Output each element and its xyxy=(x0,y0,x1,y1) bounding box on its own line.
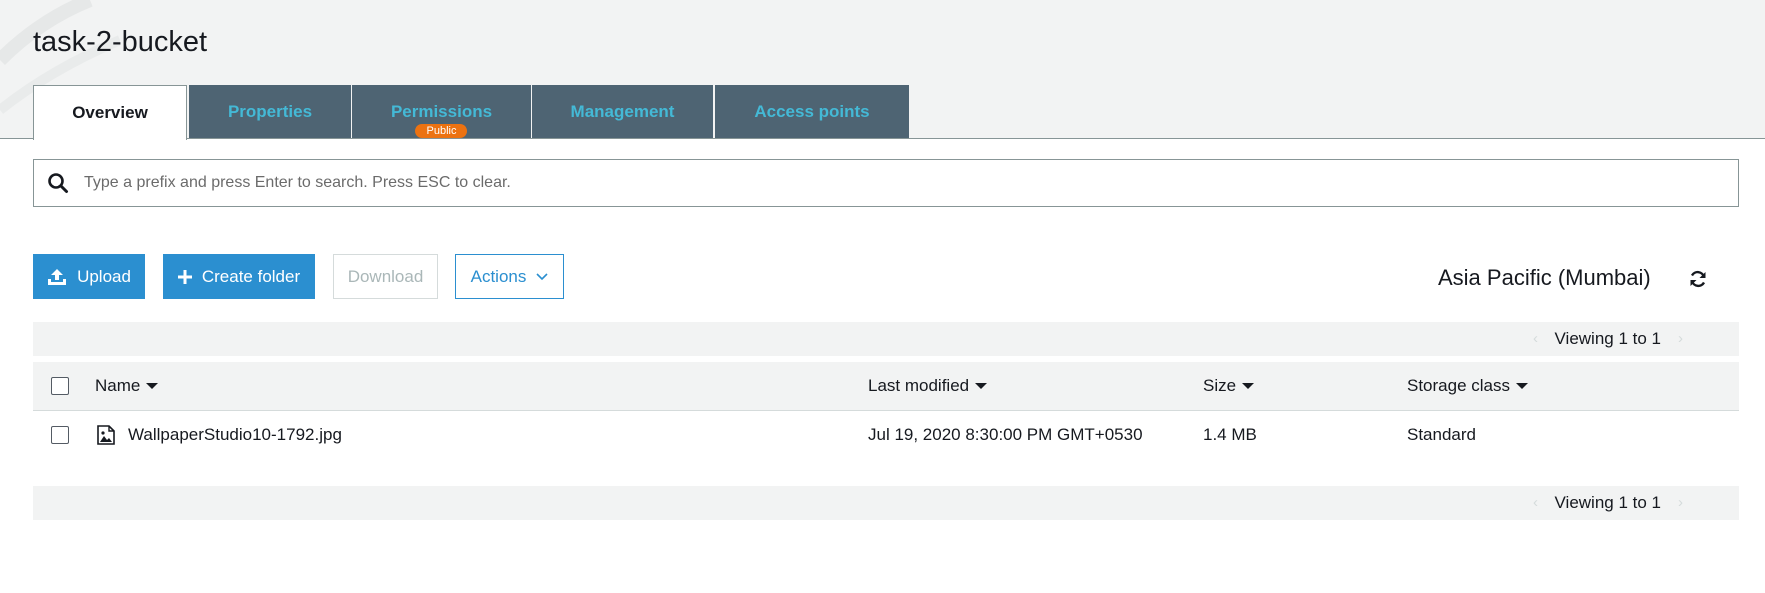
region-label: Asia Pacific (Mumbai) xyxy=(1438,265,1651,290)
sort-caret-icon xyxy=(1516,383,1528,389)
tab-properties[interactable]: Properties xyxy=(189,85,351,138)
upload-button[interactable]: Upload xyxy=(33,254,145,299)
chevron-right-icon[interactable]: › xyxy=(1678,486,1683,520)
file-name-link[interactable]: WallpaperStudio10-1792.jpg xyxy=(128,424,342,446)
tab-permissions-content: Permissions Public xyxy=(390,101,493,138)
pager-top: ‹ Viewing 1 to 1 › xyxy=(33,322,1739,356)
size-cell: 1.4 MB xyxy=(1203,425,1257,444)
table-header: Name Last modified Size Storage class xyxy=(33,362,1739,411)
column-header-label: Name xyxy=(95,376,141,395)
download-label: Download xyxy=(347,266,424,286)
actions-button[interactable]: Actions xyxy=(455,254,564,299)
tab-management[interactable]: Management xyxy=(532,85,713,138)
search-icon xyxy=(48,173,68,193)
tab-label: Permissions xyxy=(390,101,493,121)
sort-caret-icon xyxy=(975,383,988,389)
tab-label: Management xyxy=(570,101,675,121)
column-header-size[interactable]: Size xyxy=(1203,362,1255,410)
pager-text: Viewing 1 to 1 xyxy=(1554,329,1661,348)
tab-overview[interactable]: Overview xyxy=(33,85,187,140)
pager-text: Viewing 1 to 1 xyxy=(1554,493,1661,512)
upload-label: Upload xyxy=(77,266,131,286)
image-file-icon xyxy=(97,425,115,445)
column-header-name[interactable]: Name xyxy=(95,362,159,410)
last-modified-cell: Jul 19, 2020 8:30:00 PM GMT+0530 xyxy=(868,425,1143,444)
plus-icon xyxy=(177,269,192,284)
chevron-left-icon[interactable]: ‹ xyxy=(1533,322,1538,356)
column-header-label: Last modified xyxy=(868,376,970,395)
column-header-label: Size xyxy=(1203,376,1237,395)
page-title: task-2-bucket xyxy=(33,26,208,58)
chevron-right-icon[interactable]: › xyxy=(1678,322,1683,356)
column-header-last-modified[interactable]: Last modified xyxy=(868,362,988,410)
sort-caret-icon xyxy=(146,383,159,389)
bucket-header: task-2-bucket Overview Properties Permis… xyxy=(0,0,1765,140)
public-badge: Public xyxy=(415,123,468,138)
upload-icon xyxy=(47,268,67,286)
pager-bottom: ‹ Viewing 1 to 1 › xyxy=(33,486,1739,520)
row-checkbox[interactable] xyxy=(51,426,69,444)
tab-access-points[interactable]: Access points xyxy=(715,85,909,138)
column-header-label: Storage class xyxy=(1407,376,1510,395)
select-all-checkbox[interactable] xyxy=(51,377,69,395)
column-header-storage-class[interactable]: Storage class xyxy=(1407,362,1528,410)
sort-caret-icon xyxy=(1242,383,1255,389)
create-folder-button[interactable]: Create folder xyxy=(163,254,315,299)
create-folder-label: Create folder xyxy=(201,266,301,286)
search-box xyxy=(33,159,1739,207)
tab-permissions[interactable]: Permissions Public xyxy=(352,85,531,138)
storage-class-cell: Standard xyxy=(1407,425,1476,444)
refresh-icon[interactable] xyxy=(1688,269,1708,289)
tab-label: Access points xyxy=(754,101,870,121)
search-input[interactable] xyxy=(82,173,1738,193)
actions-label: Actions xyxy=(470,266,527,286)
tab-label: Overview xyxy=(72,103,148,122)
chevron-down-icon xyxy=(536,272,548,280)
download-button[interactable]: Download xyxy=(333,254,438,299)
tab-label: Properties xyxy=(227,101,313,121)
chevron-left-icon[interactable]: ‹ xyxy=(1533,486,1538,520)
